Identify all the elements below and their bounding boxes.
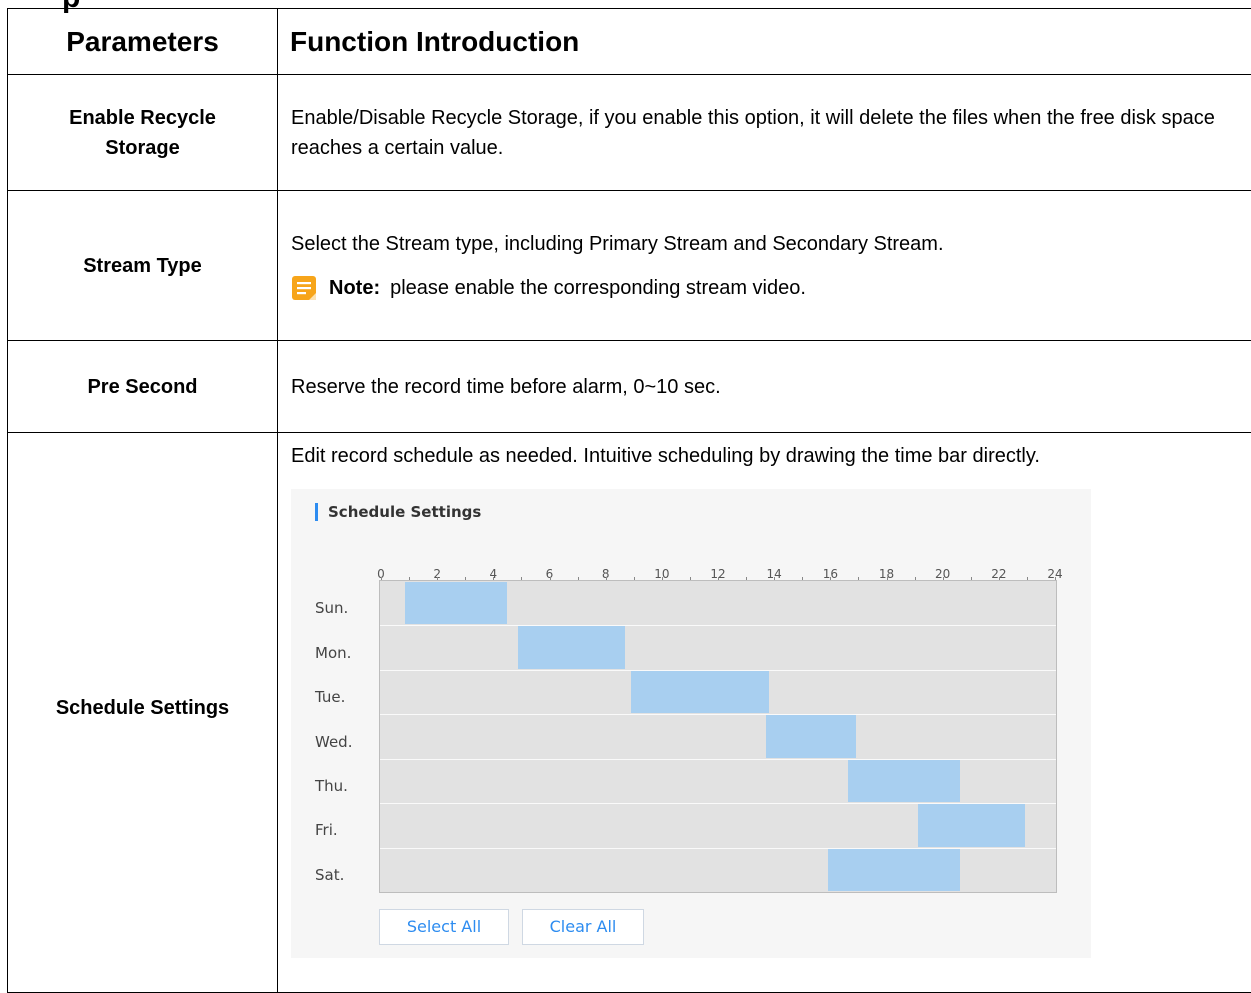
row-label: Pre Second <box>8 341 278 433</box>
parameters-table: Parameters Function Introduction Enable … <box>7 8 1251 993</box>
schedule-time-bar[interactable] <box>518 626 625 668</box>
day-label: Fri. <box>315 815 338 845</box>
schedule-panel-title: Schedule Settings <box>315 503 481 521</box>
schedule-time-bar[interactable] <box>405 582 506 624</box>
day-label: Sat. <box>315 860 344 890</box>
day-label: Sun. <box>315 593 348 623</box>
row-description: Enable/Disable Recycle Storage, if you e… <box>278 75 1251 191</box>
schedule-time-bar[interactable] <box>631 671 769 713</box>
schedule-time-bar[interactable] <box>828 849 960 891</box>
table-row: Stream Type Select the Stream type, incl… <box>8 191 1251 341</box>
table-row: Enable Recycle Storage Enable/Disable Re… <box>8 75 1251 191</box>
note-icon <box>291 275 317 301</box>
grid-row-divider <box>380 625 1056 626</box>
row-description: Select the Stream type, including Primar… <box>278 191 1251 341</box>
schedule-time-bar[interactable] <box>848 760 961 802</box>
row-label: Enable Recycle Storage <box>8 75 278 191</box>
row-description-text: Edit record schedule as needed. Intuitiv… <box>291 441 1251 471</box>
schedule-grid[interactable] <box>379 580 1057 893</box>
row-description: Reserve the record time before alarm, 0~… <box>278 341 1251 433</box>
day-label: Mon. <box>315 638 351 668</box>
header-parameters: Parameters <box>8 9 278 75</box>
header-function-introduction: Function Introduction <box>278 9 1251 75</box>
grid-row-divider <box>380 714 1056 715</box>
row-label: Stream Type <box>8 191 278 341</box>
schedule-time-bar[interactable] <box>918 804 1025 846</box>
day-label: Thu. <box>315 771 348 801</box>
table-row: Schedule Settings Edit record schedule a… <box>8 433 1251 993</box>
clear-all-button[interactable]: Clear All <box>522 909 644 945</box>
select-all-button[interactable]: Select All <box>379 909 509 945</box>
note-line: Note: please enable the corresponding st… <box>291 273 1251 303</box>
row-label: Schedule Settings <box>8 433 278 993</box>
note-text: please enable the corresponding stream v… <box>390 273 806 303</box>
row-description: Edit record schedule as needed. Intuitiv… <box>278 433 1251 993</box>
day-label: Wed. <box>315 727 352 757</box>
row-description-text: Select the Stream type, including Primar… <box>291 229 1251 259</box>
note-label: Note: <box>329 273 380 303</box>
day-label: Tue. <box>315 682 345 712</box>
row-label-text: Enable Recycle Storage <box>53 103 233 163</box>
table-row: Pre Second Reserve the record time befor… <box>8 341 1251 433</box>
schedule-time-bar[interactable] <box>766 715 856 757</box>
schedule-settings-panel: Schedule Settings 024681012141618202224 … <box>291 489 1091 958</box>
table-header-row: Parameters Function Introduction <box>8 9 1251 75</box>
